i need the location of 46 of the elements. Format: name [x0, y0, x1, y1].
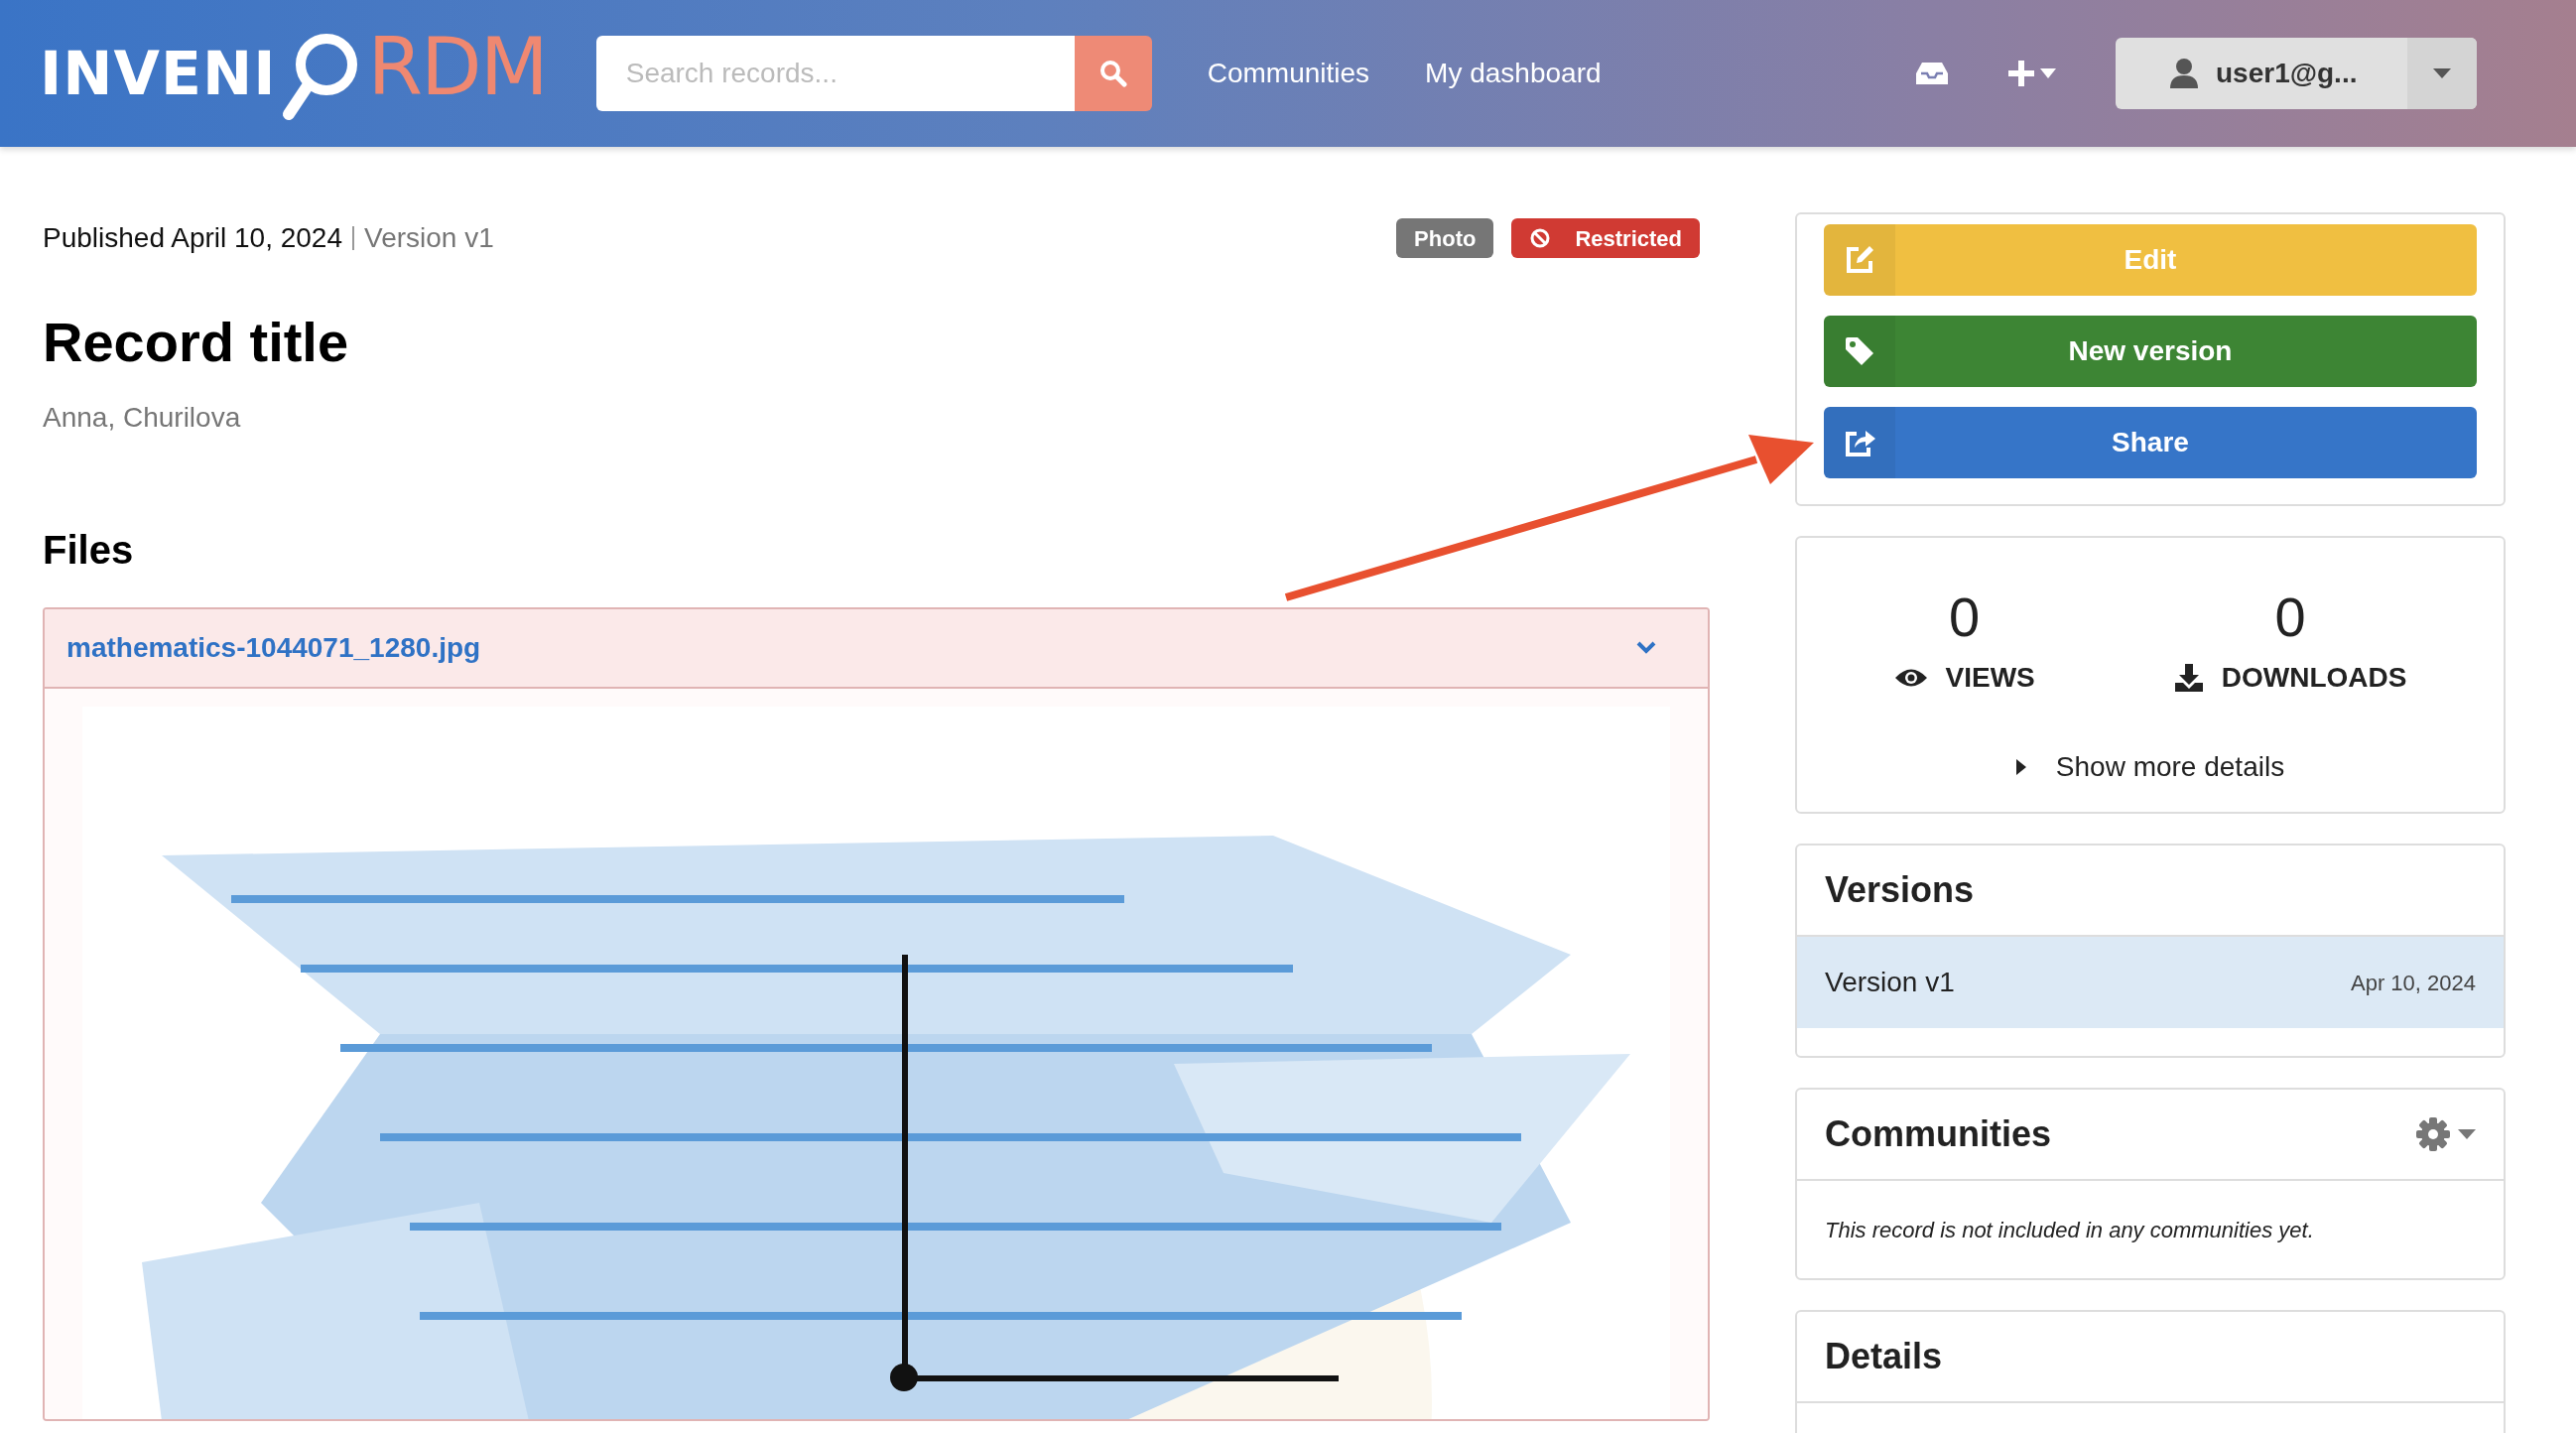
version-row[interactable]: Version v1 Apr 10, 2024	[1797, 937, 2504, 1028]
file-name-link[interactable]: mathematics-1044071_1280.jpg	[66, 627, 481, 669]
record-title: Record title	[43, 310, 350, 375]
card-title: Communities	[1825, 1112, 2052, 1156]
statistic-value: 0	[2274, 589, 2306, 645]
badge-label: Restricted	[1575, 224, 1682, 253]
inbox-icon	[1915, 62, 1949, 85]
version-date: Apr 10, 2024	[2351, 969, 2476, 997]
caret-icon	[2040, 68, 2056, 78]
eye-icon	[1893, 667, 1928, 689]
version-name: Version v1	[1825, 966, 1955, 999]
nav-link[interactable]: My dashboard	[1425, 53, 1602, 94]
empty-communities-message: This record is not included in any communities yet.	[1825, 1216, 2314, 1244]
file-accordion-header[interactable]: mathematics-1044071_1280.jpg	[45, 609, 1708, 689]
version-label: Version v1	[364, 221, 494, 255]
caret-icon	[2458, 1129, 2476, 1139]
share-button[interactable]: Share	[1824, 407, 2477, 478]
inbox-button[interactable]	[1915, 62, 1949, 85]
plus-icon	[2008, 61, 2034, 86]
publication-date: Published April 10, 2024	[43, 221, 342, 255]
chevron-icon[interactable]	[1636, 641, 1656, 655]
download-icon	[2173, 663, 2204, 693]
card-title: Details	[1825, 1335, 1943, 1378]
nav-link[interactable]: Communities	[1207, 53, 1370, 94]
user-menu[interactable]: user1@g...	[2116, 38, 2477, 109]
files-heading: Files	[43, 527, 135, 574]
search-icon	[1098, 60, 1127, 87]
caret-right-icon	[2015, 759, 2026, 775]
user-name: user1@g...	[2216, 57, 2358, 90]
show-more-details-toggle[interactable]: Show more details	[2015, 746, 2285, 788]
statistic-value: 0	[1949, 589, 1981, 645]
search-button[interactable]	[1074, 36, 1152, 111]
user-icon	[2170, 59, 2198, 88]
statistic-label: VIEWS	[1945, 661, 2035, 695]
new-version-button[interactable]: New version	[1824, 316, 2477, 387]
statistic-label: DOWNLOADS	[2221, 661, 2407, 695]
search-field[interactable]: Search records...	[595, 36, 1075, 111]
card-title: Versions	[1825, 868, 1975, 912]
create-menu-button[interactable]	[2008, 61, 2056, 86]
settings-menu-button[interactable]	[2416, 1117, 2476, 1151]
logo[interactable]: INVENI RDM	[40, 19, 547, 128]
caret-icon	[2433, 68, 2451, 78]
badge-label: Photo	[1414, 224, 1477, 253]
prohibited-icon	[1529, 227, 1552, 249]
tag-icon	[1844, 335, 1875, 367]
creators[interactable]: Anna, Churilova	[43, 397, 1710, 439]
